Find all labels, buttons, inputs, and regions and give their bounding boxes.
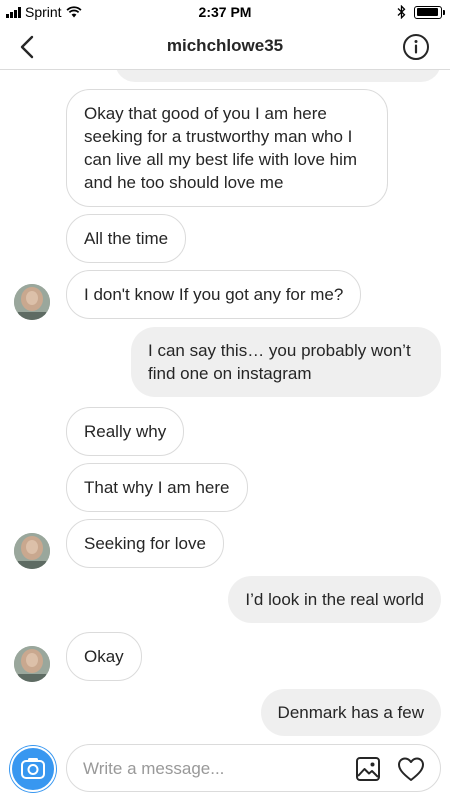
message-text: Seeking for love [84, 534, 206, 553]
battery-icon [414, 5, 445, 19]
message-bubble[interactable]: Seeking for love [66, 519, 224, 568]
message-bubble[interactable]: All the time [66, 214, 187, 263]
message-bubble[interactable]: I’d look in the real world [228, 576, 441, 623]
status-time: 2:37 PM [198, 4, 252, 20]
message-bubble[interactable]: Okay that good of you I am here seeking … [66, 89, 388, 207]
conversation-title[interactable]: michchlowe35 [0, 36, 450, 56]
message-composer [0, 738, 450, 800]
status-right [397, 5, 445, 19]
message-text: Okay [84, 647, 124, 666]
info-icon[interactable] [402, 33, 430, 61]
bluetooth-icon [397, 5, 406, 19]
message-input-wrapper [66, 744, 441, 792]
camera-icon [21, 758, 45, 779]
message-bubble[interactable]: Really why [66, 407, 185, 456]
message-text: Really why [84, 422, 167, 441]
message-text: All the time [84, 229, 169, 248]
camera-button[interactable] [10, 746, 56, 792]
message-bubble[interactable]: Denmark has a few [260, 689, 441, 736]
message-text: I don't know If you got any for me? [84, 285, 344, 304]
message-bubble[interactable]: I can say this… you probably won’t find … [131, 327, 441, 397]
message-text: I can say this… you probably won’t find … [148, 341, 411, 383]
avatar-image [14, 284, 50, 320]
message-bubble[interactable]: That why I am here [66, 463, 248, 512]
avatar-image [14, 533, 50, 569]
status-bar: Sprint 2:37 PM [0, 0, 450, 24]
message-bubble-partial [115, 70, 441, 82]
avatar-image [14, 646, 50, 682]
heart-icon[interactable] [397, 756, 425, 782]
avatar[interactable] [14, 284, 50, 320]
avatar[interactable] [14, 533, 50, 569]
message-text: Okay that good of you I am here seeking … [84, 104, 358, 192]
image-icon[interactable] [355, 756, 381, 782]
avatar[interactable] [14, 646, 50, 682]
battery-fill [416, 8, 439, 16]
message-input[interactable] [83, 757, 343, 781]
message-text: Denmark has a few [277, 703, 424, 722]
message-text: I’d look in the real world [245, 590, 424, 609]
message-bubble[interactable]: Okay [66, 632, 142, 681]
message-text: That why I am here [84, 478, 230, 497]
conversation-header: michchlowe35 [0, 24, 450, 70]
message-bubble[interactable]: I don't know If you got any for me? [66, 270, 362, 319]
message-thread[interactable]: Okay that good of you I am here seeking … [0, 70, 450, 738]
